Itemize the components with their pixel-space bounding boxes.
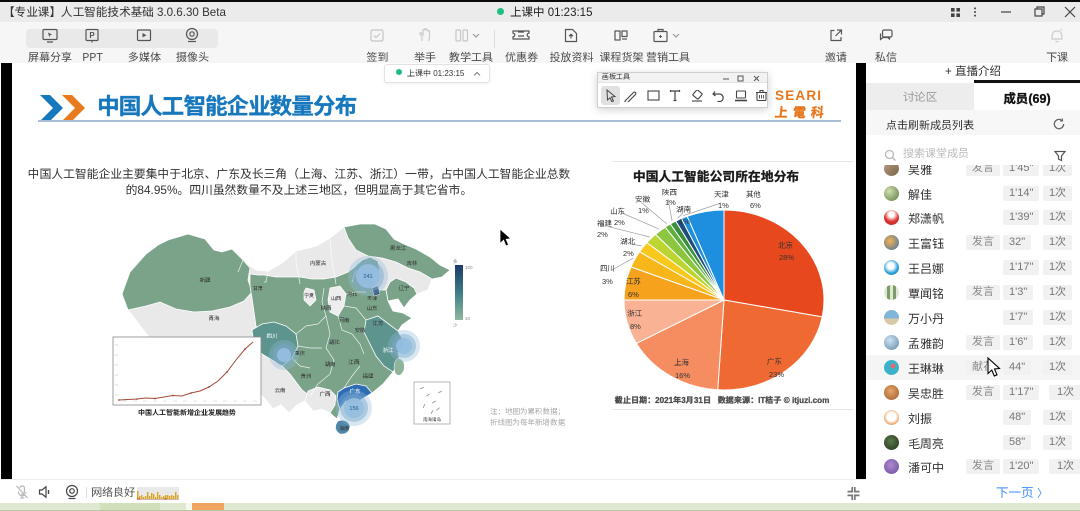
svg-text:156: 156 [349,406,358,412]
svg-text:黑龙江: 黑龙江 [390,244,407,252]
svg-text:辽宁: 辽宁 [398,285,410,292]
svg-text:浙江: 浙江 [382,347,394,354]
svg-text:四川: 四川 [266,333,278,340]
svg-text:湖北: 湖北 [328,339,340,346]
svg-text:宁夏: 宁夏 [304,292,314,299]
svg-text:湖南: 湖南 [324,361,336,368]
svg-text:10: 10 [465,316,471,321]
svg-text:南海诸岛: 南海诸岛 [423,416,441,422]
svg-text:陕西: 陕西 [320,305,332,312]
svg-text:广西: 广西 [319,391,331,398]
svg-text:中国人工智能新增企业发展趋势: 中国人工智能新增企业发展趋势 [138,408,236,417]
svg-text:海南: 海南 [339,425,349,432]
svg-text:广东: 广东 [349,387,361,395]
svg-text:100: 100 [465,265,473,270]
svg-text:安徽: 安徽 [354,327,366,334]
svg-text:云南: 云南 [274,387,286,394]
svg-text:青海: 青海 [208,315,220,322]
svg-text:江西: 江西 [348,359,360,366]
svg-text:甘肃: 甘肃 [253,286,263,292]
svg-text:山东: 山东 [366,304,378,312]
svg-text:天津: 天津 [367,296,378,302]
svg-text:新疆: 新疆 [199,277,211,284]
svg-text:河南: 河南 [338,317,350,324]
svg-text:241: 241 [363,274,372,280]
svg-text:河北: 河北 [347,291,357,298]
svg-text:重庆: 重庆 [294,350,305,357]
svg-text:山西: 山西 [331,296,341,302]
svg-text:吉林: 吉林 [406,260,418,267]
svg-text:多: 多 [453,259,458,264]
svg-text:少: 少 [453,323,458,328]
svg-text:江苏: 江苏 [372,320,384,327]
svg-text:贵州: 贵州 [300,372,312,380]
svg-text:P: P [89,31,95,40]
svg-text:福建: 福建 [362,373,374,380]
svg-text:内蒙古: 内蒙古 [310,259,327,267]
